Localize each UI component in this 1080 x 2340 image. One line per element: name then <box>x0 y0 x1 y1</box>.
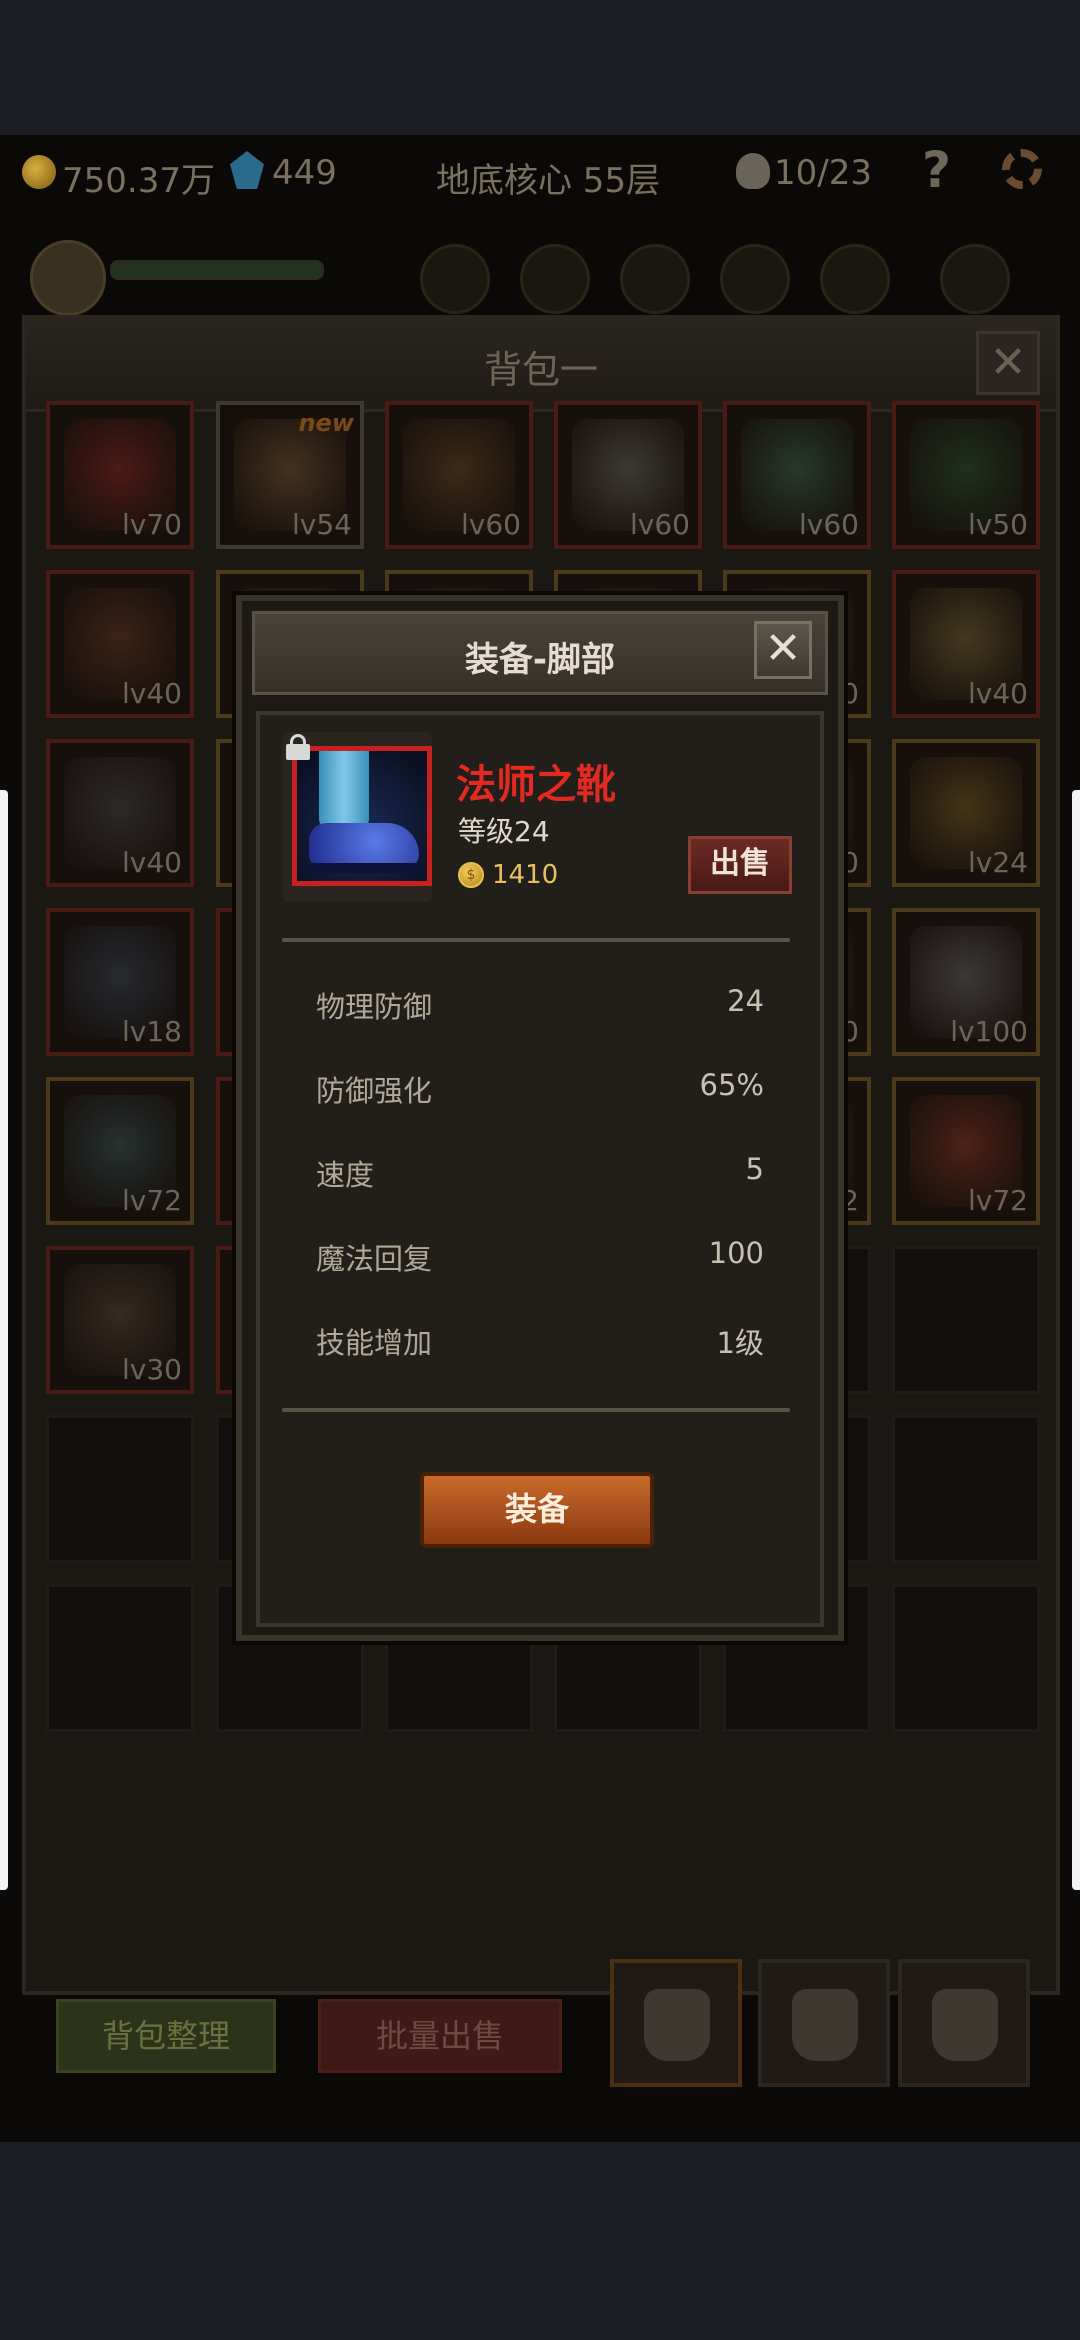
sort-backpack-button[interactable]: 背包整理 <box>56 1999 276 2073</box>
boot-shaft <box>319 751 369 829</box>
inventory-slot[interactable]: lv40 <box>892 570 1040 718</box>
inventory-slot[interactable]: lv50 <box>892 401 1040 549</box>
item-sell-price: 1410 <box>492 860 559 890</box>
lock-icon[interactable] <box>286 734 310 760</box>
item-level-label: lv40 <box>968 677 1028 710</box>
bag-tab-3[interactable] <box>898 1959 1030 2087</box>
item-level-label: lv72 <box>968 1184 1028 1217</box>
stat-name: 技能增加 <box>316 1326 433 1360</box>
new-badge: new <box>298 409 354 437</box>
stat-name: 防御强化 <box>316 1074 433 1108</box>
item-level: 等级24 <box>458 815 550 848</box>
item-level-label: lv30 <box>122 1353 182 1386</box>
screen-edge-left <box>0 790 8 1890</box>
item-level-label: lv70 <box>122 508 182 541</box>
inventory-slot[interactable]: lv18 <box>46 908 194 1056</box>
divider <box>282 938 790 942</box>
stat-name: 魔法回复 <box>316 1242 433 1276</box>
lock-body <box>286 744 310 760</box>
kill-counter: 10/23 <box>774 153 872 193</box>
item-level-label: lv18 <box>122 1015 182 1048</box>
skull-icon <box>736 153 770 189</box>
divider <box>282 1408 790 1412</box>
gold-coin-icon <box>22 155 56 189</box>
gem-amount: 449 <box>272 153 337 193</box>
location-label: 地底核心 55层 <box>436 161 661 201</box>
boots-icon <box>292 746 432 886</box>
empty-inventory-slot[interactable] <box>892 1415 1040 1563</box>
hero-slot[interactable] <box>520 244 590 314</box>
inventory-slot[interactable]: lv72 <box>892 1077 1040 1225</box>
hero-slot[interactable] <box>940 244 1010 314</box>
settings-gear-icon[interactable] <box>1002 149 1042 189</box>
hero-avatar[interactable] <box>30 240 106 316</box>
bag-icon <box>932 1989 998 2061</box>
stat-value: 100 <box>708 1236 764 1270</box>
gold-coin-icon: $ <box>458 862 484 888</box>
hero-strip <box>0 230 1080 320</box>
help-button[interactable]: ? <box>922 141 951 199</box>
stat-value: 24 <box>727 984 764 1018</box>
stat-value: 5 <box>745 1152 764 1186</box>
item-level-label: lv100 <box>950 1015 1028 1048</box>
boot-sole <box>307 863 421 873</box>
item-level-label: lv72 <box>122 1184 182 1217</box>
stat-value: 1级 <box>716 1326 764 1360</box>
inventory-slot[interactable]: lv72 <box>46 1077 194 1225</box>
item-level-label: lv24 <box>968 846 1028 879</box>
hero-slot[interactable] <box>620 244 690 314</box>
bag-icon <box>644 1989 710 2061</box>
sell-button[interactable]: 出售 <box>688 836 792 894</box>
hero-slot[interactable] <box>820 244 890 314</box>
item-name: 法师之靴 <box>456 762 616 808</box>
bulk-sell-button[interactable]: 批量出售 <box>318 1999 562 2073</box>
screen-edge-right <box>1072 790 1080 1890</box>
hud: 750.37万 449 地底核心 55层 10/23 ? <box>0 135 1080 220</box>
status-bar-area <box>0 0 1080 135</box>
inventory-slot[interactable]: lv24 <box>892 739 1040 887</box>
backpack-title: 背包一 <box>483 348 598 392</box>
bag-tab-1[interactable] <box>610 1959 742 2087</box>
bag-icon <box>792 1989 858 2061</box>
backpack-close-button[interactable]: ✕ <box>976 331 1040 395</box>
gem-icon <box>230 151 264 189</box>
inventory-slot[interactable]: lv70 <box>46 401 194 549</box>
stat-name: 速度 <box>316 1158 375 1192</box>
hero-slot[interactable] <box>720 244 790 314</box>
empty-inventory-slot[interactable] <box>46 1415 194 1563</box>
inventory-slot[interactable]: lv40 <box>46 739 194 887</box>
empty-inventory-slot[interactable] <box>892 1584 1040 1732</box>
inventory-slot[interactable]: lv40 <box>46 570 194 718</box>
item-level-label: lv40 <box>122 846 182 879</box>
inventory-slot[interactable]: lv100 <box>892 908 1040 1056</box>
gold-amount: 750.37万 <box>62 161 215 201</box>
stat-name: 物理防御 <box>316 990 433 1024</box>
equip-button[interactable]: 装备 <box>420 1472 654 1548</box>
hero-health-bar <box>110 260 324 280</box>
empty-inventory-slot[interactable] <box>892 1246 1040 1394</box>
bag-tab-2[interactable] <box>758 1959 890 2087</box>
bottom-bar-area <box>0 2142 1080 2340</box>
backpack-header: 背包一 ✕ <box>26 319 1056 412</box>
hero-slot[interactable] <box>420 244 490 314</box>
empty-inventory-slot[interactable] <box>46 1584 194 1732</box>
item-level-label: lv40 <box>122 677 182 710</box>
inventory-slot[interactable]: lv30 <box>46 1246 194 1394</box>
dialog-content-layer: 法师之靴 等级24 $ 1410 出售 物理防御 24 防御强化 65% 速度 5 魔法回复… <box>236 460 844 1548</box>
stat-value: 65% <box>699 1068 764 1102</box>
item-level-label: lv50 <box>968 508 1028 541</box>
